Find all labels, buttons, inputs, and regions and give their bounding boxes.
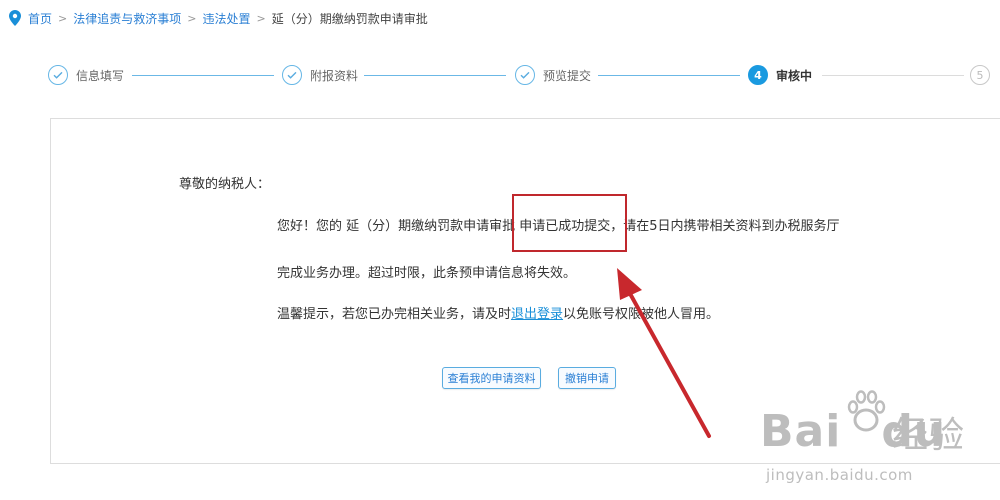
step-connector	[598, 75, 740, 76]
annotation-highlight-box	[512, 194, 627, 252]
step-info-fill: 信息填写	[48, 62, 124, 88]
step-label: 审核中	[776, 68, 813, 83]
logout-link[interactable]: 退出登录	[511, 307, 563, 322]
location-pin-icon	[9, 10, 21, 26]
salutation-text: 尊敬的纳税人：	[179, 177, 271, 192]
step-label: 附报资料	[310, 68, 359, 83]
step-done-check-icon	[282, 65, 302, 85]
step-connector	[822, 75, 964, 76]
progress-steps: 信息填写 附报资料 预览提交 4 审核中 5	[48, 62, 1000, 88]
step-attachments: 附报资料	[282, 62, 358, 88]
reminder-text-end: 以免账号权限被他人冒用。	[563, 307, 720, 322]
step-done-check-icon	[48, 65, 68, 85]
step-connector	[132, 75, 274, 76]
breadcrumb-legal-link[interactable]: 法律追责与救济事项	[73, 10, 181, 27]
message-line-3: 温馨提示，若您已办完相关业务，请及时退出登录以免账号权限被他人冒用。	[277, 303, 719, 322]
step-done-check-icon	[515, 65, 535, 85]
baidu-watermark: Bai du 经验 jingyan.baidu.com	[760, 384, 996, 492]
watermark-url: jingyan.baidu.com	[766, 466, 913, 484]
message-line-2: 完成业务办理。超过时限，此条预申请信息将失效。	[277, 266, 577, 281]
breadcrumb-current: 延（分）期缴纳罚款申请审批	[271, 11, 428, 26]
breadcrumb-separator: >	[58, 11, 68, 25]
breadcrumb-home-link[interactable]: 首页	[28, 10, 52, 27]
step-preview-submit: 预览提交	[515, 62, 591, 88]
breadcrumb-separator: >	[187, 11, 197, 25]
view-application-button[interactable]: 查看我的申请资料	[442, 367, 541, 389]
paw-logo-icon	[847, 390, 886, 432]
step-connector	[364, 75, 506, 76]
step-label: 信息填写	[76, 68, 125, 83]
step-under-review: 4 审核中	[748, 62, 812, 88]
watermark-cn: 经验	[892, 415, 965, 456]
breadcrumb: 首页 > 法律追责与救济事项 > 违法处置 > 延（分）期缴纳罚款申请审批	[8, 8, 428, 28]
step-label: 预览提交	[543, 68, 592, 83]
step-number-badge: 5	[970, 65, 990, 85]
step-number-badge: 4	[748, 65, 768, 85]
breadcrumb-separator: >	[256, 11, 266, 25]
step-completed: 5	[970, 62, 998, 88]
cancel-application-button[interactable]: 撤销申请	[558, 367, 616, 389]
reminder-text: 温馨提示，若您已办完相关业务，请及时	[277, 307, 512, 322]
breadcrumb-violation-link[interactable]: 违法处置	[202, 10, 250, 27]
